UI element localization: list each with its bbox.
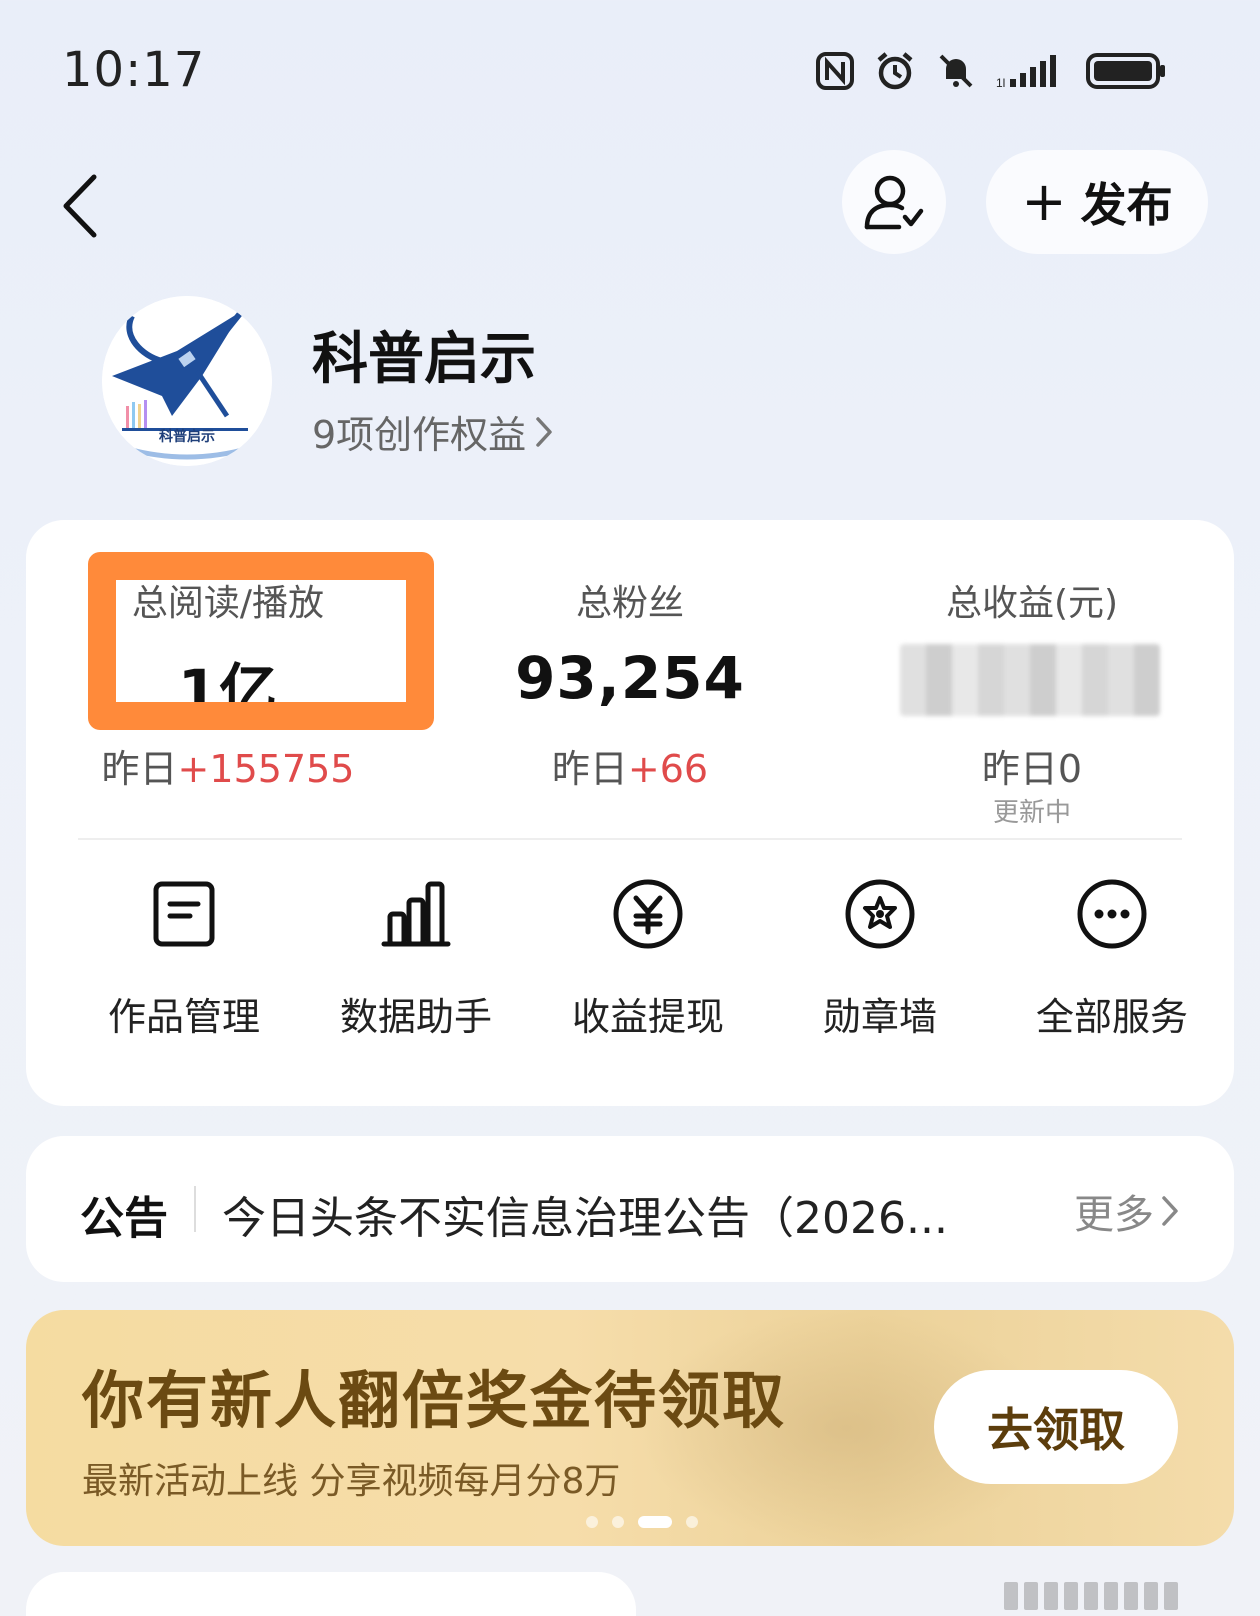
yuan-icon	[613, 879, 683, 949]
carousel-dot	[586, 1516, 598, 1528]
service-label: 收益提现	[571, 995, 724, 1039]
service-label: 全部服务	[1035, 995, 1188, 1039]
stat-yesterday: 昨日+155755	[48, 738, 408, 793]
stat-value: 93,254	[515, 644, 745, 712]
document-icon	[153, 881, 215, 947]
creator-benefits-link[interactable]: 9项创作权益	[312, 404, 554, 459]
service-badge-wall[interactable]: 勋章墙	[780, 860, 980, 1060]
notice-more-link[interactable]: 更多	[1074, 1182, 1180, 1240]
service-label: 勋章墙	[822, 995, 937, 1039]
service-label: 作品管理	[107, 995, 260, 1039]
stats-card: 总阅读/播放 1亿 昨日+155755 总粉丝 93,254 昨日+66 总收益…	[26, 520, 1234, 1106]
chevron-right-icon	[536, 416, 552, 447]
banner-subtitle: 最新活动上线 分享视频每月分8万	[82, 1461, 621, 1502]
stat-yesterday-delta: +66	[627, 747, 709, 791]
stat-label: 总收益(元)	[945, 583, 1119, 624]
badge-icon	[845, 879, 915, 949]
bar-chart-icon	[381, 881, 451, 947]
top-nav: + 发布	[0, 140, 1260, 260]
status-bar: 10:17 1l	[0, 0, 1260, 140]
notice-title: 公告	[80, 1193, 168, 1244]
back-arrow-icon	[63, 174, 97, 238]
carousel-dot	[612, 1516, 624, 1528]
stat-note: 更新中	[992, 798, 1071, 828]
service-all-services[interactable]: 全部服务	[1012, 860, 1212, 1060]
notice-text-link[interactable]: 今日头条不实信息治理公告（2026...	[222, 1182, 1002, 1246]
banner-title: 你有新人翻倍奖金待领取	[82, 1364, 787, 1437]
watermark	[1004, 1582, 1224, 1612]
stat-yesterday-prefix: 昨日0	[981, 747, 1083, 791]
service-earnings-withdraw[interactable]: 收益提现	[548, 860, 748, 1060]
mute-icon	[936, 51, 976, 91]
earnings-blurred-value	[900, 644, 1160, 716]
more-label: 更多	[1074, 1192, 1154, 1238]
divider	[194, 1186, 196, 1232]
service-label: 数据助手	[339, 995, 492, 1039]
carousel-indicator	[586, 1516, 698, 1528]
stat-yesterday-delta: +155755	[177, 747, 355, 791]
avatar[interactable]: 科普启示	[102, 296, 272, 466]
profile-header: 科普启示 科普启示 9项创作权益	[0, 296, 1260, 466]
promo-banner[interactable]: 你有新人翻倍奖金待领取 最新活动上线 分享视频每月分8万 去领取	[26, 1310, 1234, 1546]
divider	[78, 838, 1182, 840]
carousel-dot	[686, 1516, 698, 1528]
stat-label: 总粉丝	[575, 583, 684, 624]
signal-icon: 1l	[996, 53, 1066, 89]
next-card	[26, 1572, 636, 1616]
carousel-dot-active	[638, 1516, 672, 1528]
stat-yesterday: 昨日+66	[450, 738, 810, 793]
status-icons: 1l	[816, 50, 1168, 92]
alarm-icon	[874, 50, 916, 92]
highlight-annotation	[88, 552, 434, 730]
svg-text:1l: 1l	[996, 76, 1005, 89]
back-button[interactable]	[50, 166, 110, 246]
publish-button[interactable]: + 发布	[986, 150, 1208, 254]
stat-yesterday: 昨日0	[852, 738, 1212, 793]
more-icon	[1077, 879, 1147, 949]
stat-yesterday-prefix: 昨日	[551, 747, 628, 791]
battery-icon	[1086, 52, 1168, 90]
chevron-right-icon	[1162, 1196, 1178, 1226]
benefits-label: 9项创作权益	[312, 413, 527, 457]
user-check-icon	[864, 175, 924, 230]
claim-button[interactable]: 去领取	[934, 1370, 1178, 1484]
status-time: 10:17	[62, 42, 206, 98]
account-button[interactable]	[842, 150, 946, 254]
profile-name: 科普启示	[312, 327, 536, 392]
services-row: 作品管理 数据助手 收益提现 勋章墙 全部服务	[26, 860, 1234, 1060]
nfc-icon	[816, 52, 854, 90]
publish-label: 发布	[1080, 178, 1173, 232]
service-works-management[interactable]: 作品管理	[84, 860, 284, 1060]
notice-bar: 公告 今日头条不实信息治理公告（2026... 更多	[26, 1136, 1234, 1282]
plus-icon: +	[1021, 170, 1067, 233]
avatar-logo-text: 科普启示	[159, 429, 215, 445]
service-data-assistant[interactable]: 数据助手	[316, 860, 516, 1060]
stat-yesterday-prefix: 昨日	[101, 747, 178, 791]
